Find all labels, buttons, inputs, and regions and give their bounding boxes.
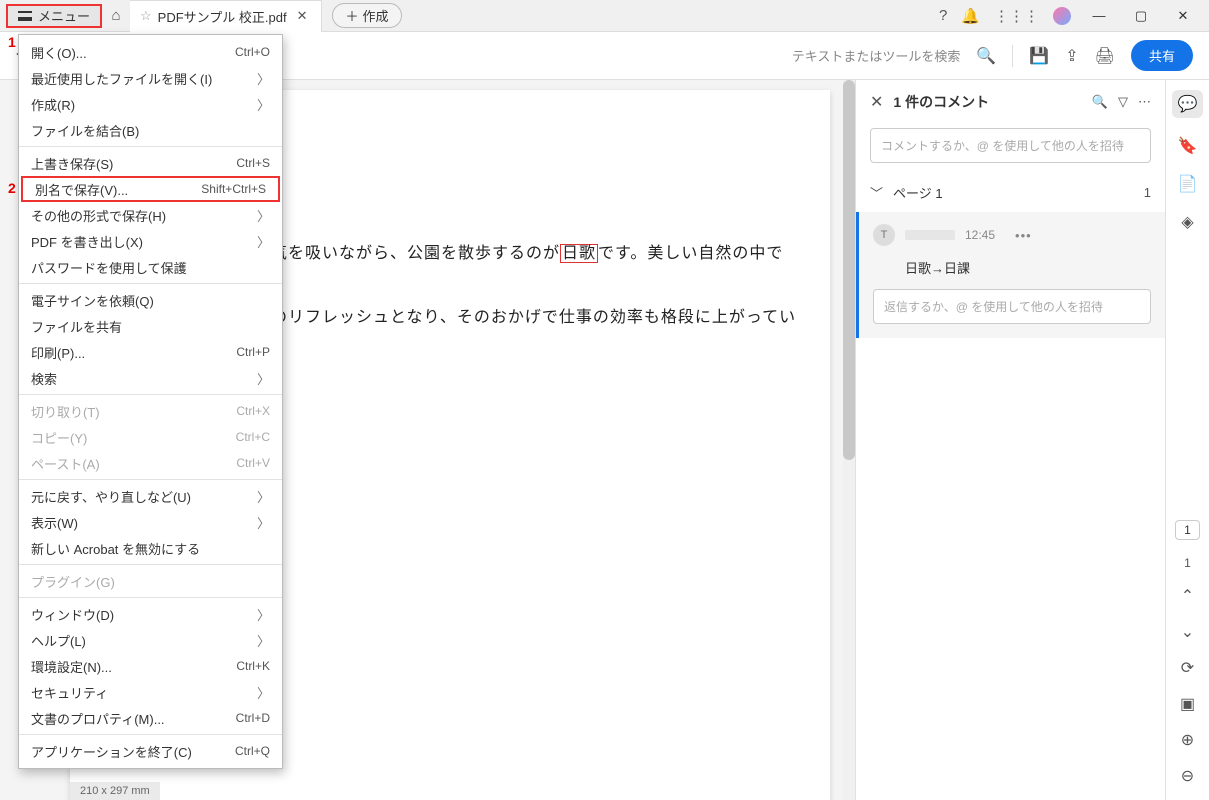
search-icon[interactable]: 🔍 (976, 46, 996, 66)
menu-cut: 切り取り(T)Ctrl+X (19, 398, 282, 424)
tab-close-icon[interactable]: ✕ (293, 8, 312, 24)
hamburger-icon (18, 11, 32, 21)
share-button[interactable]: 共有 (1131, 40, 1193, 71)
star-icon[interactable]: ☆ (140, 8, 152, 24)
menu-view[interactable]: 表示(W)〉 (19, 509, 282, 535)
menu-undo[interactable]: 元に戻す、やり直しなど(U)〉 (19, 483, 282, 509)
menu-saveother[interactable]: その他の形式で保存(H)〉 (19, 202, 282, 228)
comment-text: 日歌→日課 (905, 258, 1151, 277)
create-button[interactable]: ＋ 作成 (332, 3, 401, 28)
comment-time: 12:45 (965, 228, 995, 242)
comments-more-icon[interactable]: ⋯ (1138, 94, 1151, 110)
section-label: ページ 1 (893, 183, 943, 202)
right-rail: 💬 🔖 📄 ◈ 1 1 ⌃ ⌄ ⟳ ▣ ⊕ ⊖ (1165, 80, 1209, 800)
menu-button[interactable]: メニュー (6, 4, 102, 28)
zoom-in-icon[interactable]: ⊕ (1181, 730, 1194, 750)
comment-item[interactable]: T 12:45 ••• 日歌→日課 返信するか、@ を使用して他の人を招待 (856, 212, 1165, 338)
rail-copy-icon[interactable]: 📄 (1178, 174, 1198, 194)
rail-comments-icon[interactable]: 💬 (1172, 90, 1204, 118)
annotation-2: 2 (8, 180, 16, 196)
close-comments-icon[interactable]: ✕ (870, 92, 883, 112)
section-count: 1 (1144, 185, 1151, 200)
menu-save[interactable]: 上書き保存(S)Ctrl+S (19, 150, 282, 176)
export-icon[interactable]: ⇪ (1065, 46, 1078, 66)
menu-esign[interactable]: 電子サインを依頼(Q) (19, 287, 282, 313)
zoom-out-icon[interactable]: ⊖ (1181, 766, 1194, 786)
scrollbar-thumb[interactable] (843, 80, 855, 460)
fit-icon[interactable]: ▣ (1180, 694, 1195, 714)
menu-plugins: プラグイン(G) (19, 568, 282, 594)
titlebar: メニュー ⌂ ☆ PDFサンプル 校正.pdf ✕ ＋ 作成 ? 🔔 ⋮⋮⋮ —… (0, 0, 1209, 32)
menu-security[interactable]: セキュリティ〉 (19, 679, 282, 705)
menu-help[interactable]: ヘルプ(L)〉 (19, 627, 282, 653)
menu-sharefile[interactable]: ファイルを共有 (19, 313, 282, 339)
save-icon[interactable]: 💾 (1029, 46, 1049, 66)
window-maximize[interactable]: ▢ (1127, 8, 1155, 24)
file-menu: 開く(O)...Ctrl+O 最近使用したファイルを開く(I)〉 作成(R)〉 … (18, 34, 283, 769)
menu-saveas[interactable]: 別名で保存(V)...Shift+Ctrl+S (21, 176, 280, 202)
menu-disable[interactable]: 新しい Acrobat を無効にする (19, 535, 282, 561)
menu-copy: コピー(Y)Ctrl+C (19, 424, 282, 450)
home-icon[interactable]: ⌂ (102, 7, 130, 24)
menu-quit[interactable]: アプリケーションを終了(C)Ctrl+Q (19, 738, 282, 764)
page-total: 1 (1184, 556, 1191, 570)
highlighted-text[interactable]: 日歌 (560, 244, 598, 263)
comments-title: 1 件のコメント (893, 92, 989, 112)
menu-password[interactable]: パスワードを使用して保護 (19, 254, 282, 280)
comments-section-header[interactable]: ﹀ ページ 1 1 (856, 175, 1165, 210)
comments-panel: ✕ 1 件のコメント 🔍 ▽ ⋯ コメントするか、@ を使用して他の人を招待 ﹀… (855, 80, 1165, 800)
bell-icon[interactable]: 🔔 (961, 7, 980, 25)
menu-prefs[interactable]: 環境設定(N)...Ctrl+K (19, 653, 282, 679)
tab-title: PDFサンプル 校正.pdf (158, 7, 287, 26)
rail-bookmark-icon[interactable]: 🔖 (1178, 136, 1198, 156)
comment-avatar: T (873, 224, 895, 246)
comments-search-icon[interactable]: 🔍 (1092, 94, 1108, 110)
create-label: 作成 (363, 6, 389, 25)
window-close[interactable]: ✕ (1169, 8, 1197, 24)
menu-create[interactable]: 作成(R)〉 (19, 91, 282, 117)
annotation-1: 1 (8, 34, 16, 50)
comments-filter-icon[interactable]: ▽ (1118, 94, 1128, 110)
comment-more-icon[interactable]: ••• (1015, 228, 1032, 243)
page-down-icon[interactable]: ⌄ (1181, 622, 1194, 642)
rail-layers-icon[interactable]: ◈ (1181, 212, 1193, 232)
menu-button-label: メニュー (38, 6, 90, 25)
chevron-down-icon: ﹀ (870, 183, 883, 202)
menu-search[interactable]: 検索〉 (19, 365, 282, 391)
comment-author (905, 230, 955, 240)
help-icon[interactable]: ? (939, 7, 947, 24)
scrollbar[interactable] (843, 80, 855, 800)
menu-print[interactable]: 印刷(P)...Ctrl+P (19, 339, 282, 365)
menu-open[interactable]: 開く(O)...Ctrl+O (19, 39, 282, 65)
menu-props[interactable]: 文書のプロパティ(M)...Ctrl+D (19, 705, 282, 731)
avatar[interactable] (1053, 7, 1071, 25)
menu-paste: ペースト(A)Ctrl+V (19, 450, 282, 476)
menu-window[interactable]: ウィンドウ(D)〉 (19, 601, 282, 627)
search-placeholder[interactable]: テキストまたはツールを検索 (792, 46, 961, 65)
menu-recent[interactable]: 最近使用したファイルを開く(I)〉 (19, 65, 282, 91)
page-input[interactable]: 1 (1175, 520, 1200, 540)
print-icon[interactable]: 🖨 (1095, 46, 1115, 66)
plus-icon: ＋ (345, 6, 358, 25)
apps-icon[interactable]: ⋮⋮⋮ (994, 7, 1039, 25)
page-up-icon[interactable]: ⌃ (1181, 586, 1194, 606)
document-tab[interactable]: ☆ PDFサンプル 校正.pdf ✕ (130, 0, 322, 32)
window-minimize[interactable]: — (1085, 8, 1113, 23)
comment-reply-input[interactable]: 返信するか、@ を使用して他の人を招待 (873, 289, 1151, 324)
menu-combine[interactable]: ファイルを結合(B) (19, 117, 282, 143)
menu-export[interactable]: PDF を書き出し(X)〉 (19, 228, 282, 254)
document-text: 鮮な空気を吸いながら、公園を散歩するのが日歌です。美しい自然の中で過 は最高のリ… (220, 238, 800, 334)
status-bar: 210 x 297 mm (70, 782, 160, 800)
comment-input[interactable]: コメントするか、@ を使用して他の人を招待 (870, 128, 1151, 163)
rotate-icon[interactable]: ⟳ (1181, 658, 1194, 678)
